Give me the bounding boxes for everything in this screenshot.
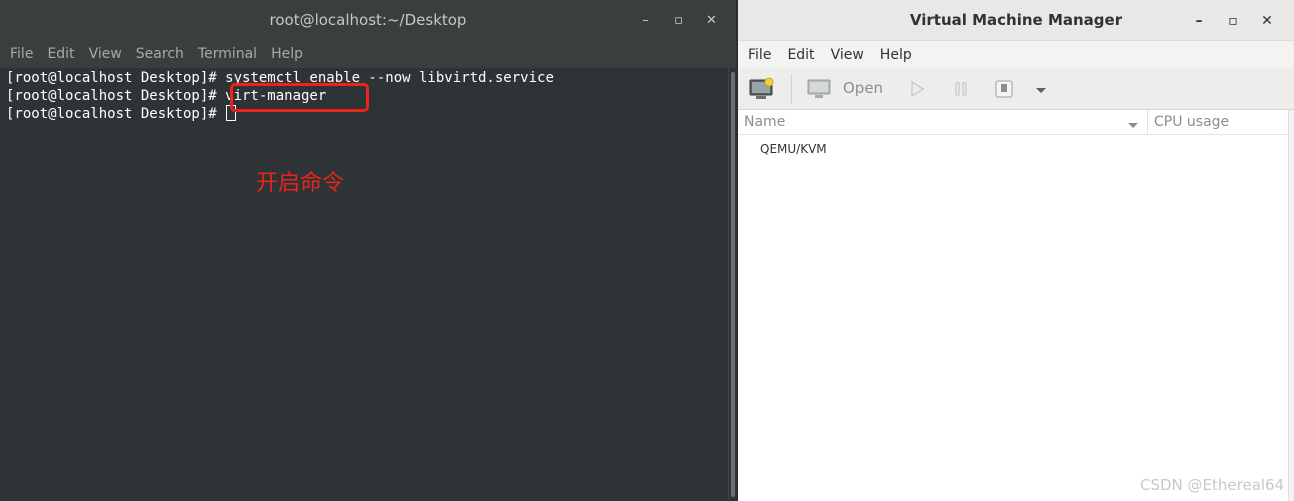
watermark: CSDN @Ethereal64 <box>1140 476 1285 494</box>
menu-view[interactable]: View <box>82 46 129 62</box>
pause-button[interactable] <box>952 80 970 98</box>
terminal-menubar: File Edit View Search Terminal Help <box>0 40 736 68</box>
menu-file[interactable]: File <box>3 46 40 62</box>
minimize-button[interactable]: – <box>629 13 662 28</box>
vmm-window-controls: – ▫ ✕ <box>1182 0 1284 41</box>
shutdown-menu-button[interactable] <box>1034 82 1048 96</box>
terminal-output[interactable]: [root@localhost Desktop]# systemctl enab… <box>0 68 728 501</box>
open-label[interactable]: Open <box>843 79 883 97</box>
new-vm-button[interactable] <box>749 77 775 101</box>
maximize-button[interactable]: ▫ <box>662 13 695 28</box>
terminal-title: root@localhost:~/Desktop <box>269 11 467 29</box>
vm-list[interactable]: QEMU/KVM <box>738 135 1288 501</box>
list-item[interactable]: QEMU/KVM <box>738 139 1288 161</box>
vmm-toolbar: Open <box>738 68 1294 110</box>
close-button[interactable]: ✕ <box>695 13 728 28</box>
menu-edit[interactable]: Edit <box>40 46 81 62</box>
vmm-scrollbar-track <box>1288 110 1294 501</box>
chevron-down-icon <box>1036 88 1046 93</box>
minimize-button[interactable]: – <box>1182 13 1216 29</box>
monitor-icon <box>807 79 831 98</box>
terminal-window[interactable]: root@localhost:~/Desktop – ▫ ✕ File Edit… <box>0 0 736 501</box>
column-separator <box>1147 110 1148 135</box>
menu-help[interactable]: Help <box>872 47 920 63</box>
pause-icon <box>955 82 967 96</box>
vmm-titlebar[interactable]: Virtual Machine Manager – ▫ ✕ <box>738 0 1294 41</box>
run-button[interactable] <box>908 80 926 98</box>
menu-file[interactable]: File <box>740 47 779 63</box>
sort-arrow[interactable] <box>1127 117 1139 129</box>
vmm-menubar: File Edit View Help <box>738 41 1294 68</box>
menu-search[interactable]: Search <box>129 46 191 62</box>
terminal-window-controls: – ▫ ✕ <box>629 0 728 40</box>
terminal-prompt: [root@localhost Desktop]# <box>6 106 226 122</box>
menu-terminal[interactable]: Terminal <box>191 46 264 62</box>
vmm-title: Virtual Machine Manager <box>909 11 1123 29</box>
vmm-window[interactable]: Virtual Machine Manager – ▫ ✕ File Edit … <box>738 0 1294 501</box>
annotation-label: 开启命令 <box>256 171 345 196</box>
play-icon <box>911 80 925 98</box>
vm-list-header: Name CPU usage <box>738 110 1288 135</box>
terminal-scrollbar-thumb[interactable] <box>731 72 735 497</box>
maximize-button[interactable]: ▫ <box>1216 13 1250 29</box>
column-name[interactable]: Name <box>744 114 785 130</box>
close-button[interactable]: ✕ <box>1250 13 1284 29</box>
chevron-down-icon <box>1128 123 1138 128</box>
command-highlight-box <box>230 83 369 112</box>
open-vm-button[interactable] <box>807 79 831 99</box>
toolbar-separator <box>791 74 792 104</box>
shutdown-icon <box>995 80 1013 98</box>
column-cpu-usage[interactable]: CPU usage <box>1154 114 1229 130</box>
menu-edit[interactable]: Edit <box>779 47 822 63</box>
connection-label: QEMU/KVM <box>760 142 827 156</box>
shutdown-button[interactable] <box>994 79 1014 99</box>
terminal-titlebar[interactable]: root@localhost:~/Desktop – ▫ ✕ <box>0 0 736 40</box>
menu-help[interactable]: Help <box>264 46 310 62</box>
new-vm-icon <box>749 77 774 99</box>
menu-view[interactable]: View <box>823 47 872 63</box>
